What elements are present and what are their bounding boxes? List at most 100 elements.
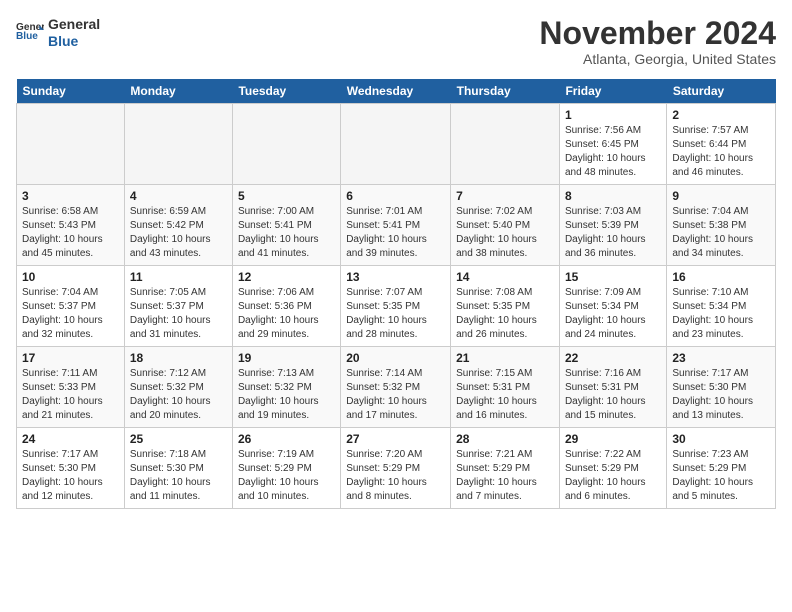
- day-number: 17: [22, 351, 119, 365]
- day-number: 15: [565, 270, 661, 284]
- day-info: Sunrise: 7:16 AM Sunset: 5:31 PM Dayligh…: [565, 367, 661, 423]
- calendar-table: SundayMondayTuesdayWednesdayThursdayFrid…: [16, 79, 776, 509]
- column-header-monday: Monday: [124, 79, 232, 104]
- day-info: Sunrise: 7:09 AM Sunset: 5:34 PM Dayligh…: [565, 286, 661, 342]
- day-number: 4: [130, 189, 227, 203]
- calendar-cell: 17 Sunrise: 7:11 AM Sunset: 5:33 PM Dayli…: [17, 347, 125, 428]
- calendar-cell: 28 Sunrise: 7:21 AM Sunset: 5:29 PM Dayli…: [451, 428, 560, 509]
- calendar-cell: 1 Sunrise: 7:56 AM Sunset: 6:45 PM Daylig…: [559, 104, 666, 185]
- day-info: Sunrise: 7:22 AM Sunset: 5:29 PM Dayligh…: [565, 448, 661, 504]
- day-info: Sunrise: 7:04 AM Sunset: 5:38 PM Dayligh…: [672, 205, 770, 261]
- day-info: Sunrise: 7:11 AM Sunset: 5:33 PM Dayligh…: [22, 367, 119, 423]
- calendar-cell: 26 Sunrise: 7:19 AM Sunset: 5:29 PM Dayli…: [232, 428, 340, 509]
- logo-general-text: General: [48, 16, 100, 33]
- calendar-cell: 3 Sunrise: 6:58 AM Sunset: 5:43 PM Daylig…: [17, 185, 125, 266]
- day-number: 1: [565, 108, 661, 122]
- day-info: Sunrise: 7:23 AM Sunset: 5:29 PM Dayligh…: [672, 448, 770, 504]
- calendar-cell: 29Sunrise: 7:22 AM Sunset: 5:29 PM Dayli…: [559, 428, 666, 509]
- day-info: Sunrise: 7:21 AM Sunset: 5:29 PM Dayligh…: [456, 448, 554, 504]
- calendar-cell: [17, 104, 125, 185]
- day-number: 5: [238, 189, 335, 203]
- day-info: Sunrise: 7:12 AM Sunset: 5:32 PM Dayligh…: [130, 367, 227, 423]
- day-info: Sunrise: 7:04 AM Sunset: 5:37 PM Dayligh…: [22, 286, 119, 342]
- day-info: Sunrise: 7:10 AM Sunset: 5:34 PM Dayligh…: [672, 286, 770, 342]
- day-info: Sunrise: 7:00 AM Sunset: 5:41 PM Dayligh…: [238, 205, 335, 261]
- day-number: 20: [346, 351, 445, 365]
- day-number: 6: [346, 189, 445, 203]
- logo-blue-text: Blue: [48, 33, 100, 50]
- calendar-cell: 19Sunrise: 7:13 AM Sunset: 5:32 PM Dayli…: [232, 347, 340, 428]
- calendar-cell: 21 Sunrise: 7:15 AM Sunset: 5:31 PM Dayli…: [451, 347, 560, 428]
- day-info: Sunrise: 6:59 AM Sunset: 5:42 PM Dayligh…: [130, 205, 227, 261]
- day-info: Sunrise: 7:19 AM Sunset: 5:29 PM Dayligh…: [238, 448, 335, 504]
- day-number: 13: [346, 270, 445, 284]
- day-info: Sunrise: 7:57 AM Sunset: 6:44 PM Dayligh…: [672, 124, 770, 180]
- calendar-cell: [341, 104, 451, 185]
- day-number: 26: [238, 432, 335, 446]
- day-info: Sunrise: 7:15 AM Sunset: 5:31 PM Dayligh…: [456, 367, 554, 423]
- calendar-cell: 6 Sunrise: 7:01 AM Sunset: 5:41 PM Daylig…: [341, 185, 451, 266]
- day-info: Sunrise: 7:17 AM Sunset: 5:30 PM Dayligh…: [22, 448, 119, 504]
- week-row-3: 10 Sunrise: 7:04 AM Sunset: 5:37 PM Dayli…: [17, 266, 776, 347]
- calendar-cell: 9 Sunrise: 7:04 AM Sunset: 5:38 PM Daylig…: [667, 185, 776, 266]
- column-header-sunday: Sunday: [17, 79, 125, 104]
- day-number: 30: [672, 432, 770, 446]
- day-number: 23: [672, 351, 770, 365]
- calendar-cell: 23 Sunrise: 7:17 AM Sunset: 5:30 PM Dayli…: [667, 347, 776, 428]
- calendar-cell: 11 Sunrise: 7:05 AM Sunset: 5:37 PM Dayli…: [124, 266, 232, 347]
- main-title: November 2024: [539, 16, 776, 51]
- day-info: Sunrise: 7:05 AM Sunset: 5:37 PM Dayligh…: [130, 286, 227, 342]
- day-info: Sunrise: 7:20 AM Sunset: 5:29 PM Dayligh…: [346, 448, 445, 504]
- day-info: Sunrise: 7:56 AM Sunset: 6:45 PM Dayligh…: [565, 124, 661, 180]
- day-number: 21: [456, 351, 554, 365]
- day-info: Sunrise: 7:03 AM Sunset: 5:39 PM Dayligh…: [565, 205, 661, 261]
- calendar-cell: 27 Sunrise: 7:20 AM Sunset: 5:29 PM Dayli…: [341, 428, 451, 509]
- week-row-1: 1 Sunrise: 7:56 AM Sunset: 6:45 PM Daylig…: [17, 104, 776, 185]
- day-number: 14: [456, 270, 554, 284]
- column-header-friday: Friday: [559, 79, 666, 104]
- week-row-4: 17 Sunrise: 7:11 AM Sunset: 5:33 PM Dayli…: [17, 347, 776, 428]
- day-number: 25: [130, 432, 227, 446]
- calendar-cell: [232, 104, 340, 185]
- day-info: Sunrise: 7:17 AM Sunset: 5:30 PM Dayligh…: [672, 367, 770, 423]
- calendar-cell: 13 Sunrise: 7:07 AM Sunset: 5:35 PM Dayli…: [341, 266, 451, 347]
- day-info: Sunrise: 7:01 AM Sunset: 5:41 PM Dayligh…: [346, 205, 445, 261]
- day-info: Sunrise: 7:06 AM Sunset: 5:36 PM Dayligh…: [238, 286, 335, 342]
- calendar-cell: 7Sunrise: 7:02 AM Sunset: 5:40 PM Daylig…: [451, 185, 560, 266]
- day-number: 2: [672, 108, 770, 122]
- day-info: Sunrise: 7:07 AM Sunset: 5:35 PM Dayligh…: [346, 286, 445, 342]
- logo-icon: General Blue: [16, 19, 44, 47]
- calendar-cell: 10 Sunrise: 7:04 AM Sunset: 5:37 PM Dayli…: [17, 266, 125, 347]
- day-number: 19: [238, 351, 335, 365]
- calendar-cell: 14Sunrise: 7:08 AM Sunset: 5:35 PM Dayli…: [451, 266, 560, 347]
- column-header-saturday: Saturday: [667, 79, 776, 104]
- calendar-cell: [124, 104, 232, 185]
- page-header: General Blue General Blue November 2024 …: [16, 16, 776, 67]
- calendar-cell: 20 Sunrise: 7:14 AM Sunset: 5:32 PM Dayli…: [341, 347, 451, 428]
- day-info: Sunrise: 7:14 AM Sunset: 5:32 PM Dayligh…: [346, 367, 445, 423]
- subtitle: Atlanta, Georgia, United States: [539, 51, 776, 67]
- calendar-cell: 30 Sunrise: 7:23 AM Sunset: 5:29 PM Dayli…: [667, 428, 776, 509]
- day-number: 22: [565, 351, 661, 365]
- day-number: 24: [22, 432, 119, 446]
- day-number: 27: [346, 432, 445, 446]
- calendar-cell: 16Sunrise: 7:10 AM Sunset: 5:34 PM Dayli…: [667, 266, 776, 347]
- day-number: 18: [130, 351, 227, 365]
- day-number: 10: [22, 270, 119, 284]
- column-header-tuesday: Tuesday: [232, 79, 340, 104]
- day-number: 12: [238, 270, 335, 284]
- day-number: 7: [456, 189, 554, 203]
- day-number: 28: [456, 432, 554, 446]
- day-number: 3: [22, 189, 119, 203]
- calendar-cell: 22 Sunrise: 7:16 AM Sunset: 5:31 PM Dayli…: [559, 347, 666, 428]
- title-block: November 2024 Atlanta, Georgia, United S…: [539, 16, 776, 67]
- day-number: 11: [130, 270, 227, 284]
- calendar-cell: 4 Sunrise: 6:59 AM Sunset: 5:42 PM Daylig…: [124, 185, 232, 266]
- day-number: 8: [565, 189, 661, 203]
- svg-text:Blue: Blue: [16, 31, 38, 42]
- calendar-cell: 2 Sunrise: 7:57 AM Sunset: 6:44 PM Daylig…: [667, 104, 776, 185]
- day-info: Sunrise: 6:58 AM Sunset: 5:43 PM Dayligh…: [22, 205, 119, 261]
- calendar-cell: 25Sunrise: 7:18 AM Sunset: 5:30 PM Dayli…: [124, 428, 232, 509]
- day-number: 9: [672, 189, 770, 203]
- calendar-cell: 5 Sunrise: 7:00 AM Sunset: 5:41 PM Daylig…: [232, 185, 340, 266]
